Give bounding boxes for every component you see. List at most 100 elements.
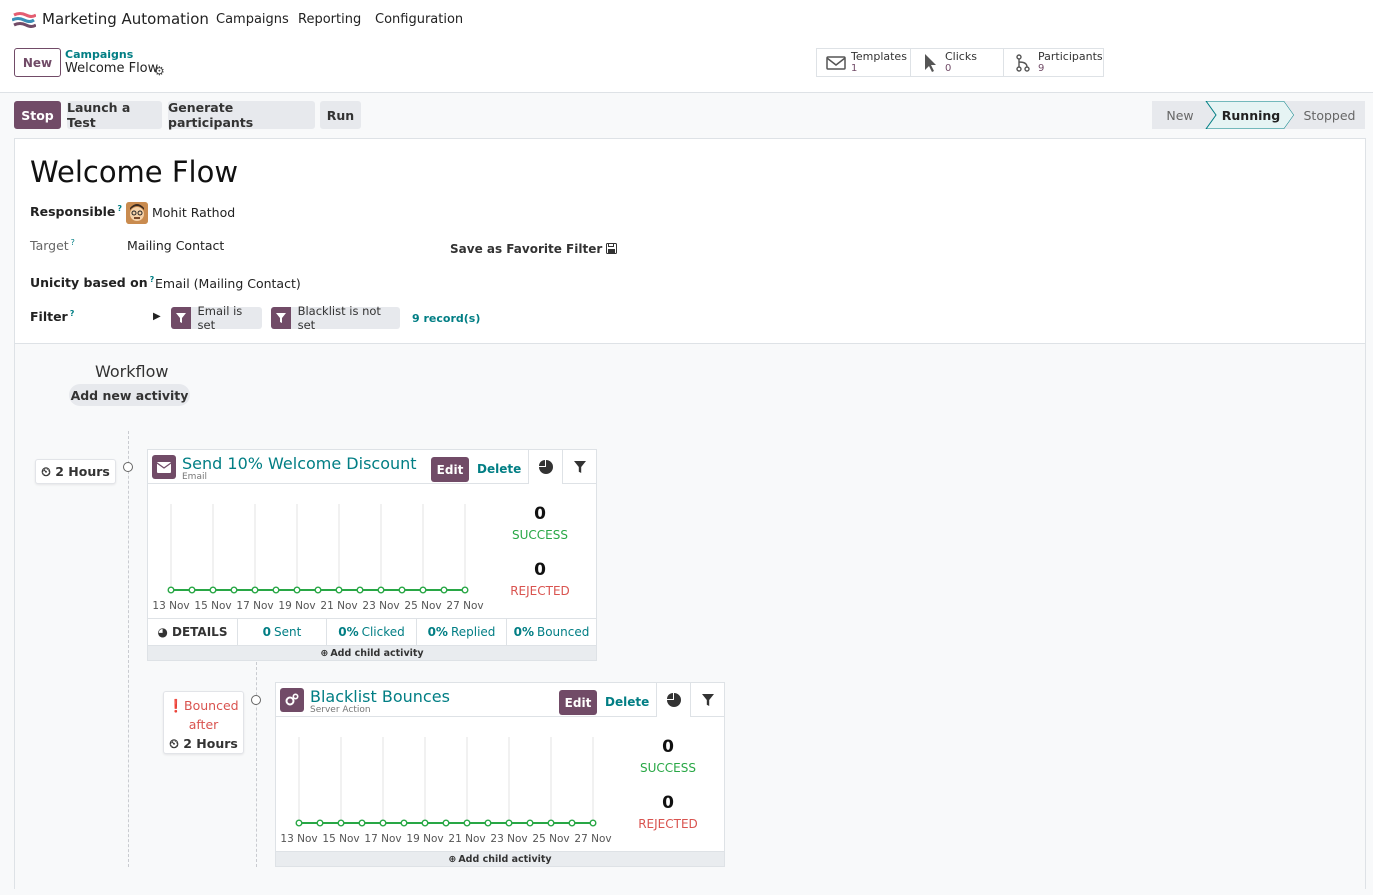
- unicity-label: Unicity based on?: [30, 275, 154, 290]
- success-count: 0: [534, 504, 546, 524]
- data-point: [337, 819, 345, 827]
- stat-clicks-button[interactable]: Clicks 0: [910, 48, 1005, 77]
- trigger-event: ❗Bounced: [164, 696, 243, 715]
- fork-icon: [1012, 53, 1034, 73]
- save-favorite-filter-button[interactable]: Save as Favorite Filter: [450, 242, 618, 256]
- clicked-label: Clicked: [361, 625, 405, 639]
- top-navbar: Marketing Automation Campaigns Reporting…: [0, 0, 1373, 40]
- stage-new[interactable]: New: [1152, 101, 1208, 129]
- cursor-icon: [919, 53, 941, 73]
- timeline-node: [251, 695, 261, 705]
- x-tick-label: 15 Nov: [194, 600, 231, 612]
- add-child-activity-button[interactable]: ⊕ Add child activity: [148, 645, 596, 660]
- generate-participants-button[interactable]: Generate participants: [168, 100, 315, 130]
- control-panel: New Campaigns Welcome Flow ⚙ Templates 1 …: [0, 40, 1373, 93]
- x-tick-label: 25 Nov: [404, 600, 441, 612]
- caret-right-icon[interactable]: ▶: [153, 311, 161, 322]
- record-title[interactable]: Welcome Flow: [30, 155, 238, 189]
- activity-chart: 13 Nov 15 Nov 17 Nov 19 Nov 21 Nov 23 Nov 25 N…: [280, 737, 612, 845]
- help-mark[interactable]: ?: [117, 204, 122, 213]
- success-label: SUCCESS: [512, 528, 568, 542]
- breadcrumb-current: Welcome Flow: [65, 61, 159, 76]
- help-mark[interactable]: ?: [71, 238, 75, 247]
- launch-test-button[interactable]: Launch a Test: [67, 100, 162, 130]
- x-tick-label: 27 Nov: [574, 833, 611, 845]
- stat-participants-button[interactable]: Participants 9: [1003, 48, 1104, 77]
- data-point: [209, 586, 217, 594]
- run-button[interactable]: Run: [320, 101, 361, 129]
- filter-chip-blacklist[interactable]: Blacklist is not set: [271, 304, 400, 332]
- data-point: [484, 819, 492, 827]
- add-child-activity-button[interactable]: ⊕ Add child activity: [276, 851, 724, 866]
- records-count-link[interactable]: 9 record(s): [412, 312, 480, 325]
- help-mark[interactable]: ?: [150, 275, 155, 284]
- data-point: [568, 819, 576, 827]
- target-label: Target?: [30, 238, 75, 253]
- rejected-label: REJECTED: [510, 584, 570, 598]
- activity-header: Blacklist Bounces Server Action Edit Del…: [276, 683, 724, 717]
- responsible-value[interactable]: Mohit Rathod: [152, 205, 235, 220]
- plus-circle-icon: ⊕: [448, 853, 457, 865]
- timeline-line: [256, 662, 257, 867]
- avatar: [126, 202, 148, 224]
- data-point: [316, 819, 324, 827]
- rejected-count: 0: [662, 793, 674, 813]
- breadcrumb-campaigns[interactable]: Campaigns: [65, 48, 133, 61]
- bounced-value: 0%: [513, 625, 534, 639]
- funnel-icon[interactable]: [562, 450, 596, 484]
- clicked-value: 0%: [338, 625, 359, 639]
- sent-stat[interactable]: 0 Sent: [238, 619, 327, 645]
- target-label-text: Target: [30, 238, 69, 254]
- add-child-label: Add child activity: [458, 853, 552, 865]
- stat-value: 0: [945, 62, 952, 74]
- delete-button[interactable]: Delete: [605, 695, 649, 709]
- delete-button[interactable]: Delete: [477, 462, 521, 476]
- details-button[interactable]: ◕ DETAILS: [148, 619, 238, 645]
- replied-stat[interactable]: 0% Replied: [417, 619, 507, 645]
- stat-templates-button[interactable]: Templates 1: [816, 48, 912, 77]
- edit-button[interactable]: Edit: [431, 457, 469, 482]
- stop-button[interactable]: Stop: [14, 101, 61, 129]
- activity-title[interactable]: Send 10% Welcome Discount: [182, 454, 417, 473]
- unicity-value[interactable]: Email (Mailing Contact): [155, 276, 301, 291]
- x-tick-label: 21 Nov: [320, 600, 357, 612]
- menu-reporting[interactable]: Reporting: [298, 12, 361, 27]
- stat-value: 1: [851, 62, 858, 74]
- x-tick-label: 13 Nov: [152, 600, 189, 612]
- add-new-activity-button[interactable]: Add new activity: [69, 384, 190, 406]
- activity-footer: ◕ DETAILS 0 Sent 0% Clicked 0% Replied 0% Bou…: [148, 618, 596, 645]
- x-tick-label: 23 Nov: [362, 600, 399, 612]
- cogs-icon: [280, 688, 304, 712]
- clock-icon: ⏲: [41, 464, 51, 479]
- stat-value: 9: [1038, 62, 1045, 74]
- edit-button[interactable]: Edit: [559, 690, 597, 715]
- data-point: [272, 586, 280, 594]
- app-logo-icon[interactable]: [12, 11, 36, 29]
- activity-title[interactable]: Blacklist Bounces: [310, 687, 450, 706]
- details-label: DETAILS: [172, 625, 228, 639]
- rejected-count: 0: [534, 560, 546, 580]
- clicked-stat[interactable]: 0% Clicked: [327, 619, 417, 645]
- timeline-node: [123, 462, 133, 472]
- data-point: [526, 819, 534, 827]
- pie-chart-icon[interactable]: [656, 683, 690, 717]
- gear-icon[interactable]: ⚙: [154, 64, 165, 78]
- menu-configuration[interactable]: Configuration: [375, 12, 463, 27]
- menu-campaigns[interactable]: Campaigns: [216, 12, 289, 27]
- activity-card-server-action: Blacklist Bounces Server Action Edit Del…: [275, 682, 725, 867]
- bounced-stat[interactable]: 0% Bounced: [507, 619, 596, 645]
- new-button[interactable]: New: [14, 48, 61, 77]
- data-point: [379, 819, 387, 827]
- help-mark[interactable]: ?: [70, 309, 75, 318]
- data-point: [314, 586, 322, 594]
- sent-value: 0: [262, 625, 272, 639]
- pie-chart-icon[interactable]: [528, 450, 562, 484]
- funnel-icon[interactable]: [690, 683, 724, 717]
- filter-chip-email[interactable]: Email is set: [171, 304, 262, 332]
- stage-running[interactable]: Running: [1214, 101, 1288, 129]
- trigger-badge: ❗Bounced after ⏲ 2 Hours: [163, 691, 244, 754]
- app-title[interactable]: Marketing Automation: [42, 10, 209, 28]
- activity-type: Server Action: [310, 705, 371, 715]
- trigger-delay: ⏲ 2 Hours: [164, 734, 243, 753]
- stage-stopped[interactable]: Stopped: [1294, 101, 1365, 129]
